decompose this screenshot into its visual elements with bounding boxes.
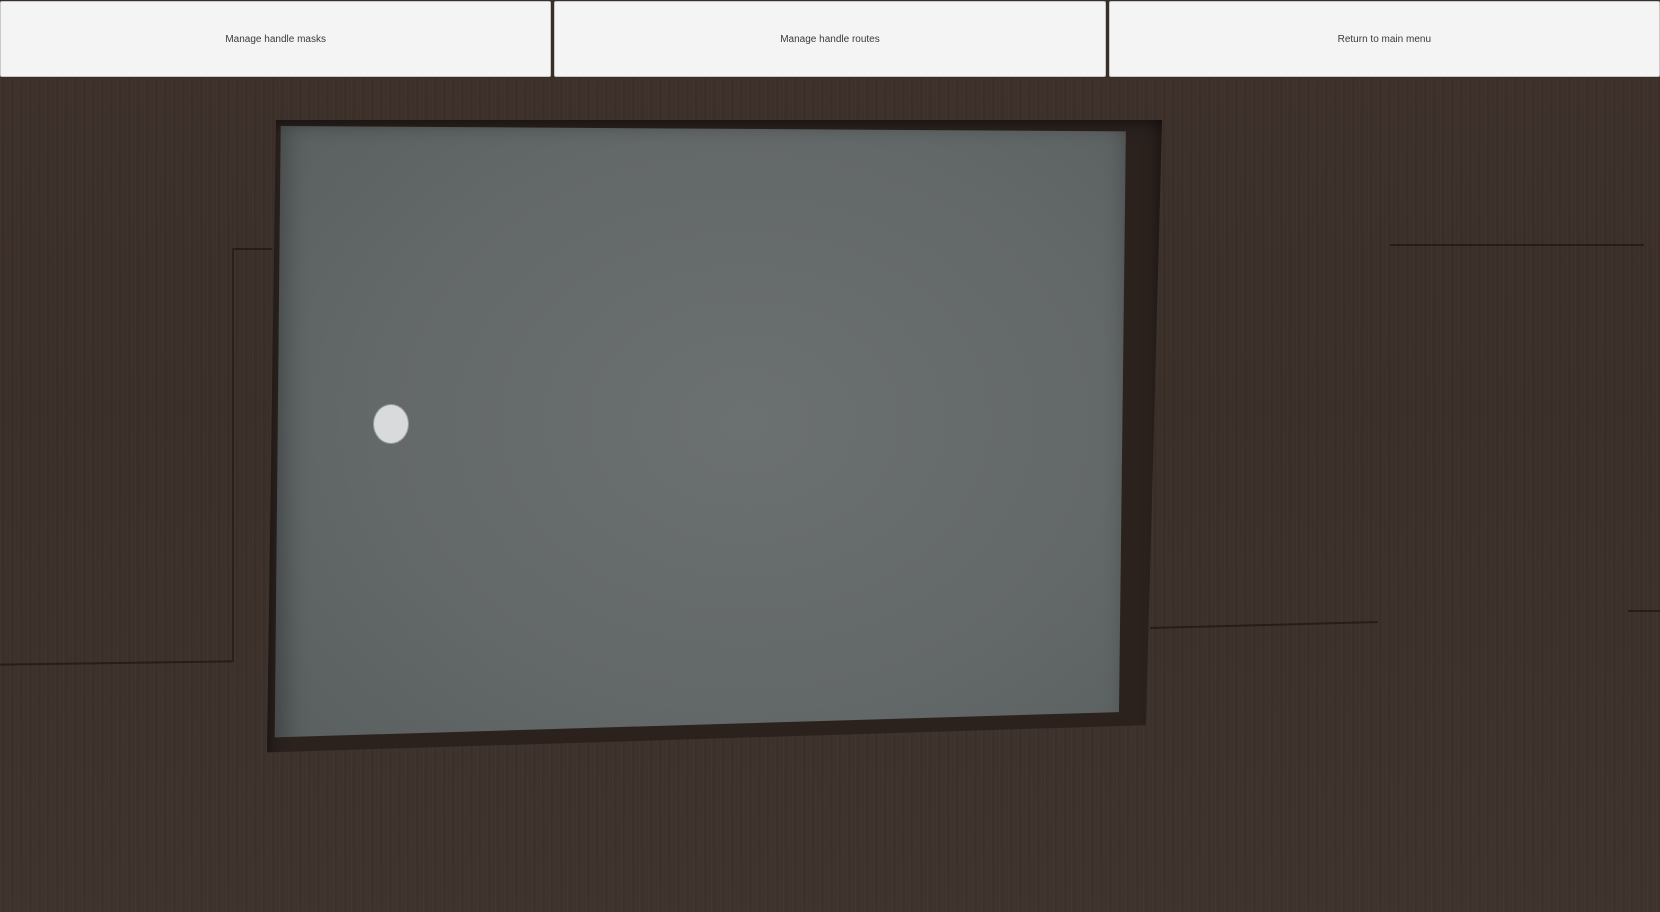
panel-seam xyxy=(0,660,233,666)
panel-seam xyxy=(1150,621,1378,629)
door-panel xyxy=(274,125,1126,738)
return-to-main-menu-button[interactable]: Return to main menu xyxy=(1108,1,1660,77)
door-handle[interactable] xyxy=(374,405,408,443)
top-toolbar: Manage handle masks Manage handle routes… xyxy=(0,0,1660,78)
panel-seam xyxy=(1628,610,1660,612)
manage-handle-masks-button[interactable]: Manage handle masks xyxy=(0,1,552,77)
panel-seam xyxy=(1390,244,1644,246)
panel-seam xyxy=(232,248,234,662)
panel-seam xyxy=(234,248,272,250)
workspace: Manage handle masks Manage handle routes… xyxy=(0,0,1660,912)
manage-handle-routes-button[interactable]: Manage handle routes xyxy=(554,1,1106,77)
